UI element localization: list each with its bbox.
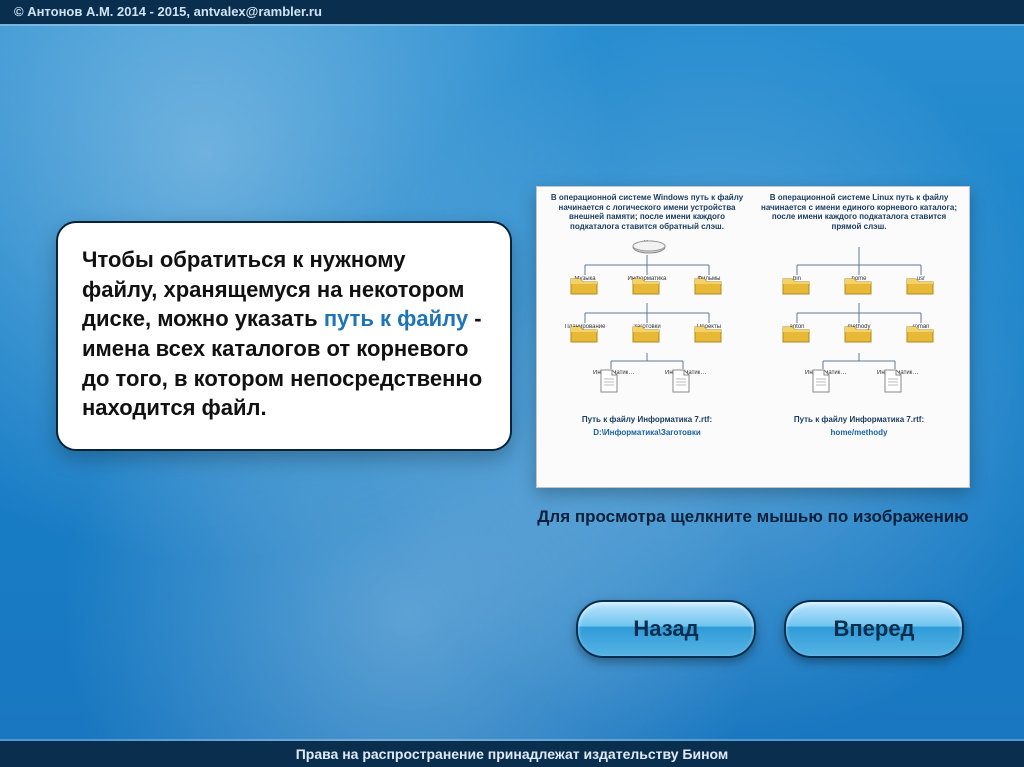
linux-path-value: home/methody (759, 428, 959, 437)
windows-path-value: D:\Информатика\Заготовки (547, 428, 747, 437)
folder-icon: Информатика (632, 275, 662, 282)
folder-icon: Заготовки (632, 323, 662, 330)
disk-icon: D: (632, 239, 662, 246)
linux-path-label: Путь к файлу Информатика 7.rtf: (759, 415, 959, 424)
info-card-text: Чтобы обратиться к нужному файлу, хранящ… (82, 245, 486, 423)
folder-icon: Фильмы (694, 275, 724, 282)
folder-icon: methody (844, 323, 874, 330)
folder-icon: Проекты (694, 323, 724, 330)
footer-bar: Права на распространение принадлежат изд… (0, 741, 1024, 767)
info-card: Чтобы обратиться к нужному файлу, хранящ… (56, 221, 512, 451)
file-icon: Информатика 7.rtf (811, 369, 841, 376)
folder-icon: Планирование (570, 323, 600, 330)
linux-title: В операционной системе Linux путь к файл… (759, 193, 959, 235)
folder-icon: Музыка (570, 275, 600, 282)
windows-path-label: Путь к файлу Информатика 7.rtf: (547, 415, 747, 424)
file-icon: Информатика 7.rtf (599, 369, 629, 376)
windows-tree: D: Музыка Информатика Фильмы (547, 241, 747, 411)
copyright-text: © Антонов А.М. 2014 - 2015, antvalex@ram… (14, 4, 322, 19)
windows-title: В операционной системе Windows путь к фа… (547, 193, 747, 235)
card-keyword: путь к файлу (324, 306, 468, 331)
folder-icon: home (844, 275, 874, 282)
diagram-thumbnail[interactable]: В операционной системе Windows путь к фа… (536, 186, 970, 488)
back-button[interactable]: Назад (576, 600, 756, 658)
viewer-caption: Для просмотра щелкните мышью по изображе… (536, 506, 970, 528)
folder-icon: bin (782, 275, 812, 282)
nav-buttons: Назад Вперед (576, 600, 964, 658)
forward-button-label: Вперед (833, 616, 914, 642)
folder-icon: anton (782, 323, 812, 330)
linux-tree: bin home usr anton (759, 241, 959, 411)
diagram-windows: В операционной системе Windows путь к фа… (547, 193, 747, 481)
folder-icon: roman (906, 323, 936, 330)
diagram-linux: В операционной системе Linux путь к файл… (759, 193, 959, 481)
slide-stage: © Антонов А.М. 2014 - 2015, antvalex@ram… (0, 0, 1024, 767)
forward-button[interactable]: Вперед (784, 600, 964, 658)
diagram-viewer: В операционной системе Windows путь к фа… (536, 186, 970, 528)
file-icon: Информатика 8.rtf (671, 369, 701, 376)
file-icon: Информатика 8.rtf (883, 369, 913, 376)
folder-icon: usr (906, 275, 936, 282)
footer-text: Права на распространение принадлежат изд… (296, 746, 729, 762)
header-bar: © Антонов А.М. 2014 - 2015, antvalex@ram… (0, 0, 1024, 24)
back-button-label: Назад (633, 616, 698, 642)
